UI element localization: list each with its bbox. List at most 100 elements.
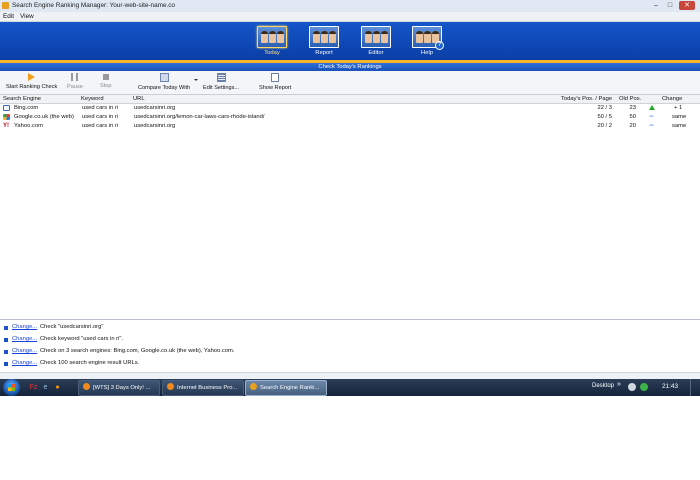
cell-engine: Yahoo.com — [14, 123, 43, 129]
list-item: Change... Check on 3 search engines: Bin… — [0, 348, 700, 356]
table-row[interactable]: Bing.com used cars in ri usedcarsinri.or… — [0, 104, 700, 113]
editor-thumbnail-icon — [361, 26, 391, 48]
cell-todays-pos: 20 / 2 — [597, 123, 612, 129]
nav-help[interactable]: ? Help — [409, 26, 445, 60]
col-url[interactable]: URL — [133, 96, 145, 102]
col-change[interactable]: Change — [662, 96, 682, 102]
nav-editor-label: Editor — [368, 50, 384, 56]
bing-icon — [3, 105, 10, 111]
bullet-icon — [4, 326, 8, 330]
change-link[interactable]: Change... — [12, 336, 37, 342]
arrow-left-right-icon: ⇔ — [648, 113, 655, 120]
cell-change: same — [672, 123, 687, 129]
help-thumbnail-icon: ? — [412, 26, 444, 50]
cell-url: usedcarsinri.org — [134, 123, 176, 129]
nav-report[interactable]: Report — [306, 26, 342, 60]
stop-label: Stop — [100, 83, 112, 89]
nav-banner: Today Report Editor ? Help — [0, 22, 700, 60]
cell-todays-pos: 50 / 5 — [597, 114, 612, 120]
table-row[interactable]: Google.co.uk (the web) used cars in ri u… — [0, 113, 700, 122]
task-label: Search Engine Ranki... — [260, 385, 320, 391]
settings-grid-icon — [216, 73, 226, 82]
bullet-icon — [4, 350, 8, 354]
rankings-table: Search Engine Keyword URL Today's Pos. /… — [0, 95, 700, 320]
show-report-label: Show Report — [259, 85, 292, 91]
task-label: [WTS] 3 Days Only! ... — [93, 385, 151, 391]
pause-icon — [71, 73, 79, 81]
list-item: Change... Check "usedcarsinri.org" — [0, 324, 700, 332]
col-search-engine[interactable]: Search Engine — [3, 96, 41, 102]
change-link[interactable]: Change... — [12, 348, 37, 354]
today-thumbnail-icon — [257, 26, 287, 48]
edit-settings-button[interactable]: Edit Settings... — [203, 73, 239, 91]
arrow-up-icon — [649, 105, 655, 110]
table-header: Search Engine Keyword URL Today's Pos. /… — [0, 95, 700, 104]
change-link[interactable]: Change... — [12, 360, 37, 366]
cell-keyword: used cars in ri — [82, 114, 119, 120]
log-text: Check 100 search engine result URLs. — [40, 360, 140, 366]
chevron-down-icon[interactable] — [194, 79, 198, 81]
start-ranking-check-button[interactable]: Start Ranking Check — [6, 73, 57, 90]
app-icon — [250, 383, 257, 390]
cell-engine: Google.co.uk (the web) — [14, 114, 74, 120]
firefox-icon[interactable]: ● — [53, 383, 62, 392]
compare-today-with-button[interactable]: Compare Today With — [138, 73, 190, 91]
menu-view[interactable]: View — [20, 13, 34, 20]
show-desktop-button[interactable] — [690, 379, 700, 396]
cell-url: usedcarsinri.org/lemon-car-laws-cars-rho… — [134, 114, 265, 120]
stop-button[interactable]: Stop — [100, 73, 112, 89]
ie-icon[interactable]: e — [41, 383, 50, 392]
nav-editor[interactable]: Editor — [358, 26, 394, 60]
col-todays-pos[interactable]: Today's Pos. / Page — [561, 96, 612, 102]
nav-help-label: Help — [421, 50, 433, 56]
cell-change: same — [672, 114, 687, 120]
task-wts[interactable]: [WTS] 3 Days Only! ... — [78, 380, 160, 396]
nav-today-label: Today — [264, 50, 280, 56]
toolbar: Start Ranking Check Pause Stop Compare T… — [0, 71, 700, 95]
app-icon — [2, 2, 9, 9]
col-old-pos[interactable]: Old Pos. — [619, 96, 641, 102]
cell-keyword: used cars in ri — [82, 123, 119, 129]
whatsapp-icon[interactable] — [640, 383, 648, 391]
pause-label: Pause — [67, 84, 83, 90]
cell-old-pos: 50 — [629, 114, 636, 120]
col-keyword[interactable]: Keyword — [81, 96, 104, 102]
tray-icon[interactable] — [628, 383, 636, 391]
question-mark-icon: ? — [435, 41, 444, 50]
nav-today[interactable]: Today — [254, 26, 290, 60]
task-search-engine-ranking[interactable]: Search Engine Ranki... — [245, 380, 327, 396]
clock[interactable]: 21:43 — [662, 383, 678, 390]
menu-bar: Edit View — [0, 12, 700, 22]
stop-icon — [102, 74, 109, 80]
chevron-right-icon[interactable]: » — [617, 381, 621, 388]
compare-icon — [159, 73, 169, 82]
filezilla-icon[interactable]: Fz — [29, 383, 38, 392]
list-item: Change... Check keyword "used cars in ri… — [0, 336, 700, 344]
report-thumbnail-icon — [309, 26, 339, 48]
task-label: Internet Business Pro... — [177, 385, 238, 391]
task-internet-business[interactable]: Internet Business Pro... — [162, 380, 244, 396]
report-document-icon — [271, 73, 280, 82]
change-link[interactable]: Change... — [12, 324, 37, 330]
minimize-button[interactable]: – — [650, 1, 662, 10]
cell-old-pos: 20 — [629, 123, 636, 129]
cell-todays-pos: 22 / 3 — [597, 105, 612, 111]
log-text: Check on 3 search engines: Bing.com, Goo… — [40, 348, 235, 354]
pause-button[interactable]: Pause — [67, 73, 83, 90]
table-row[interactable]: Y! Yahoo.com used cars in ri usedcarsinr… — [0, 122, 700, 131]
google-icon — [3, 114, 10, 120]
start-ranking-check-label: Start Ranking Check — [6, 84, 58, 90]
yahoo-icon: Y! — [3, 123, 10, 129]
show-report-button[interactable]: Show Report — [259, 73, 291, 91]
log-text: Check keyword "used cars in ri". — [40, 336, 124, 342]
bullet-icon — [4, 338, 8, 342]
arrow-left-right-icon: ⇔ — [648, 122, 655, 129]
maximize-button[interactable]: □ — [664, 1, 676, 10]
taskbar: Fz e ● [WTS] 3 Days Only! ... Internet B… — [0, 379, 700, 396]
desktop-toolbar[interactable]: Desktop — [592, 383, 614, 389]
cell-change: + 1 — [674, 105, 683, 111]
close-button[interactable]: ✕ — [679, 1, 695, 10]
start-button[interactable] — [3, 379, 20, 396]
menu-edit[interactable]: Edit — [3, 13, 14, 20]
cell-old-pos: 23 — [629, 105, 636, 111]
